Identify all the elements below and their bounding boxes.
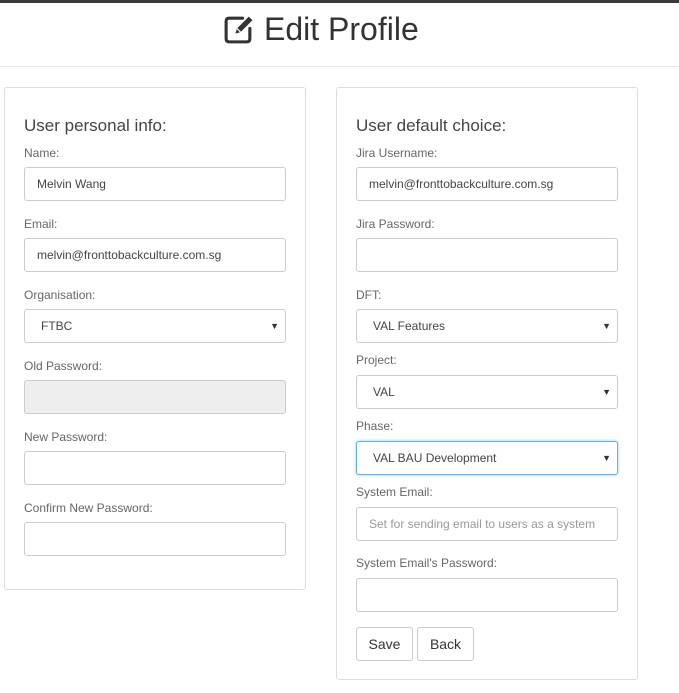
phase-select[interactable]: VAL BAU Development ▼ <box>356 441 618 475</box>
organisation-select[interactable]: FTBC ▼ <box>24 309 286 343</box>
edit-icon <box>224 16 253 43</box>
system-email-password-label: System Email's Password: <box>356 556 497 570</box>
project-select[interactable]: VAL ▼ <box>356 375 618 409</box>
page-header: Edit Profile <box>0 3 679 67</box>
new-password-input[interactable] <box>24 451 286 485</box>
dft-select[interactable]: VAL Features ▼ <box>356 309 618 343</box>
project-select-value: VAL <box>373 385 395 399</box>
system-email-password-input[interactable] <box>356 578 618 612</box>
email-input[interactable] <box>24 238 286 272</box>
phase-select-value: VAL BAU Development <box>373 451 497 465</box>
caret-down-icon: ▼ <box>270 321 279 331</box>
system-email-label: System Email: <box>356 485 433 499</box>
system-email-input[interactable] <box>356 507 618 541</box>
organisation-label: Organisation: <box>24 288 96 302</box>
jira-username-label: Jira Username: <box>356 146 438 160</box>
default-choice-panel: User default choice: Jira Username: Jira… <box>336 87 638 680</box>
jira-password-label: Jira Password: <box>356 217 435 231</box>
caret-down-icon: ▼ <box>602 321 611 331</box>
jira-password-input[interactable] <box>356 238 618 272</box>
page-title: Edit Profile <box>222 11 419 47</box>
old-password-label: Old Password: <box>24 359 103 373</box>
dft-label: DFT: <box>356 288 382 302</box>
name-label: Name: <box>24 146 60 160</box>
organisation-select-value: FTBC <box>41 319 73 333</box>
caret-down-icon: ▼ <box>602 453 611 463</box>
save-button[interactable]: Save <box>356 627 413 661</box>
default-choice-heading: User default choice: <box>356 116 507 135</box>
email-label: Email: <box>24 217 58 231</box>
old-password-input <box>24 380 286 414</box>
phase-label: Phase: <box>356 419 394 433</box>
project-label: Project: <box>356 353 397 367</box>
jira-username-input[interactable] <box>356 167 618 201</box>
caret-down-icon: ▼ <box>602 387 611 397</box>
dft-select-value: VAL Features <box>373 319 446 333</box>
name-input[interactable] <box>24 167 286 201</box>
personal-info-heading: User personal info: <box>24 116 167 135</box>
page-title-text: Edit Profile <box>264 11 419 47</box>
confirm-password-label: Confirm New Password: <box>24 501 153 515</box>
confirm-password-input[interactable] <box>24 522 286 556</box>
personal-info-panel: User personal info: Name: Email: Organis… <box>4 87 306 590</box>
new-password-label: New Password: <box>24 430 108 444</box>
back-button[interactable]: Back <box>417 627 474 661</box>
